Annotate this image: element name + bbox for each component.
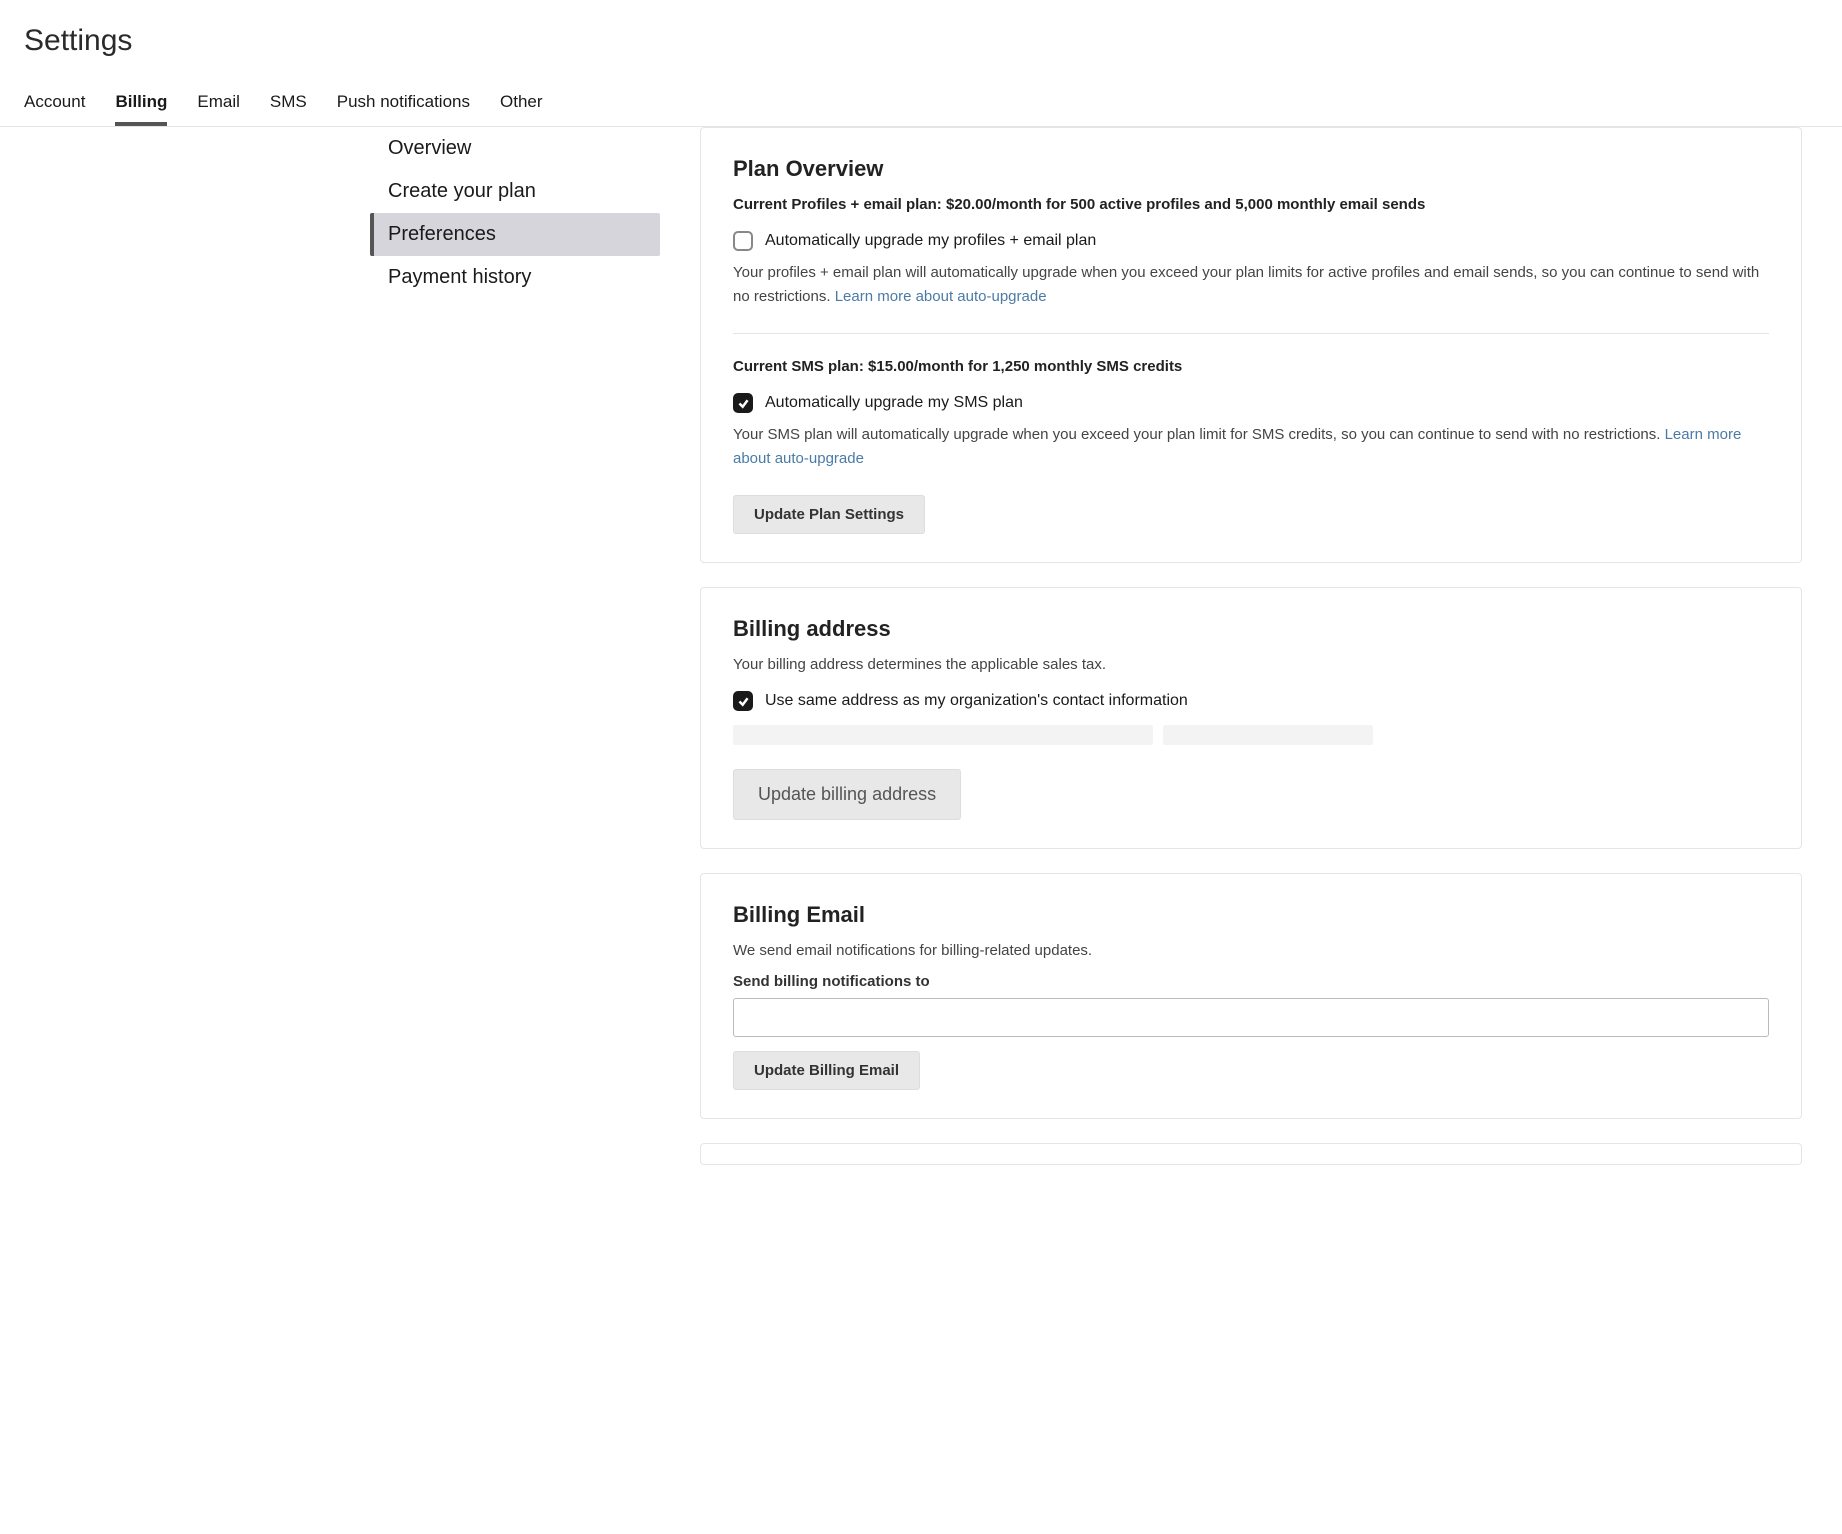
page-title: Settings (24, 24, 1818, 58)
update-billing-address-button[interactable]: Update billing address (733, 769, 961, 820)
sidebar-item-overview[interactable]: Overview (370, 127, 660, 170)
address-placeholder-row (733, 725, 1769, 745)
check-icon (737, 397, 750, 410)
check-icon (737, 695, 750, 708)
sms-plan-label: Current SMS plan: (733, 358, 868, 375)
email-plan-row: Current Profiles + email plan: $20.00/mo… (733, 196, 1769, 213)
auto-upgrade-sms-checkbox[interactable] (733, 393, 753, 413)
billing-email-card: Billing Email We send email notification… (700, 873, 1802, 1119)
update-plan-settings-button[interactable]: Update Plan Settings (733, 495, 925, 534)
learn-more-email-link[interactable]: Learn more about auto-upgrade (835, 288, 1047, 305)
tab-other[interactable]: Other (500, 82, 543, 126)
auto-upgrade-email-checkbox[interactable] (733, 231, 753, 251)
side-nav: OverviewCreate your planPreferencesPayme… (370, 127, 660, 299)
email-plan-desc: Your profiles + email plan will automati… (733, 261, 1769, 309)
sidebar-item-preferences[interactable]: Preferences (370, 213, 660, 256)
tab-sms[interactable]: SMS (270, 82, 307, 126)
next-card-peek (700, 1143, 1802, 1165)
sidebar-item-payment-history[interactable]: Payment history (370, 256, 660, 299)
tab-push-notifications[interactable]: Push notifications (337, 82, 470, 126)
billing-email-desc: We send email notifications for billing-… (733, 942, 1769, 959)
sidebar-item-create-your-plan[interactable]: Create your plan (370, 170, 660, 213)
billing-address-title: Billing address (733, 616, 1769, 642)
address-placeholder-1 (733, 725, 1153, 745)
divider (733, 333, 1769, 334)
sms-plan-row: Current SMS plan: $15.00/month for 1,250… (733, 358, 1769, 375)
tab-billing[interactable]: Billing (115, 82, 167, 126)
email-plan-value: $20.00/month for 500 active profiles and… (946, 196, 1425, 213)
same-address-checkbox[interactable] (733, 691, 753, 711)
sms-plan-desc-text: Your SMS plan will automatically upgrade… (733, 426, 1665, 443)
update-billing-email-button[interactable]: Update Billing Email (733, 1051, 920, 1090)
billing-email-field-label: Send billing notifications to (733, 973, 1769, 990)
sms-plan-value: $15.00/month for 1,250 monthly SMS credi… (868, 358, 1182, 375)
same-address-label: Use same address as my organization's co… (765, 692, 1188, 710)
auto-upgrade-sms-label: Automatically upgrade my SMS plan (765, 394, 1023, 412)
top-tabs: Account Billing Email SMS Push notifications… (0, 82, 1842, 127)
tab-email[interactable]: Email (197, 82, 240, 126)
billing-email-title: Billing Email (733, 902, 1769, 928)
sms-plan-desc: Your SMS plan will automatically upgrade… (733, 423, 1769, 471)
email-plan-label: Current Profiles + email plan: (733, 196, 946, 213)
plan-overview-title: Plan Overview (733, 156, 1769, 182)
billing-address-card: Billing address Your billing address det… (700, 587, 1802, 849)
tab-account[interactable]: Account (24, 82, 85, 126)
auto-upgrade-email-label: Automatically upgrade my profiles + emai… (765, 232, 1096, 250)
plan-overview-card: Plan Overview Current Profiles + email p… (700, 127, 1802, 563)
billing-email-input[interactable] (733, 998, 1769, 1037)
billing-address-desc: Your billing address determines the appl… (733, 656, 1769, 673)
address-placeholder-2 (1163, 725, 1373, 745)
